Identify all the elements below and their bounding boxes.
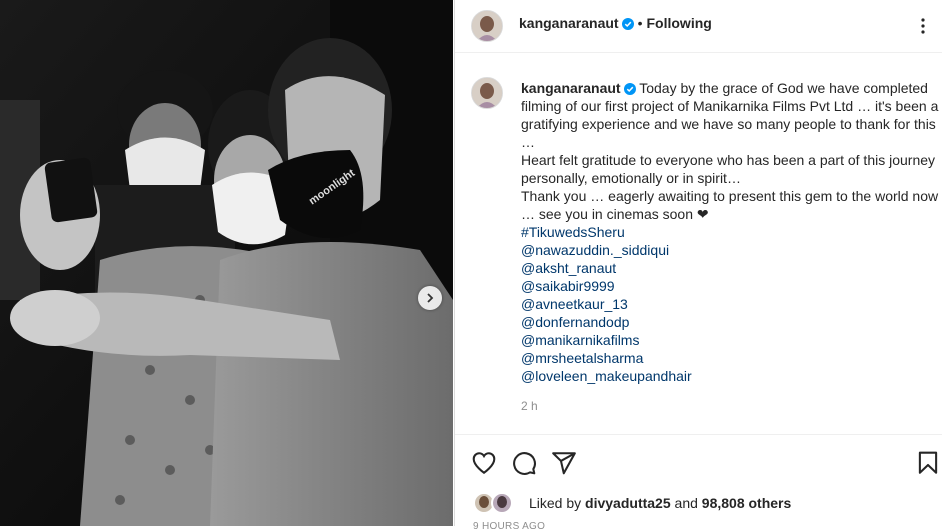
liked-by-user[interactable]: divyadutta25	[585, 495, 671, 511]
caption-line: gratifying experience and we have so man…	[521, 116, 936, 132]
mention-link[interactable]: @nawazuddin._siddiqui	[521, 241, 941, 259]
caption-section: kanganaranaut Today by the grace of God …	[455, 53, 942, 433]
caption-timestamp[interactable]: 2 h	[521, 399, 538, 413]
following-button[interactable]: Following	[647, 15, 712, 31]
caption-line: Thank you … eagerly awaiting to present …	[521, 188, 939, 204]
mention-link[interactable]: @donfernandodp	[521, 313, 941, 331]
post-image: moonlight	[0, 0, 453, 526]
like-heart-icon[interactable]	[471, 450, 497, 476]
post-caption: kanganaranaut Today by the grace of God …	[521, 79, 941, 385]
caption-text: Today by the grace of God we have comple…	[639, 80, 928, 96]
mention-link[interactable]: @loveleen_makeupandhair	[521, 367, 941, 385]
comment-icon[interactable]	[511, 450, 537, 476]
caption-line: …	[521, 134, 535, 150]
mention-link[interactable]: @avneetkaur_13	[521, 295, 941, 313]
separator-dot: •	[637, 15, 643, 31]
chevron-right-icon	[427, 293, 434, 303]
header-username[interactable]: kanganaranaut	[519, 15, 619, 31]
mention-link[interactable]: @saikabir9999	[521, 277, 941, 295]
post-actions: Liked by divyadutta25 and 98,808 others …	[455, 434, 942, 532]
caption-line: Heart felt gratitude to everyone who has…	[521, 152, 936, 168]
post-details-panel: kanganaranaut • Following kanganaranaut To…	[454, 0, 942, 532]
caption-first-line: kanganaranaut Today by the grace of God …	[521, 79, 941, 97]
header-user-line: kanganaranaut • Following	[519, 15, 712, 31]
mention-link[interactable]: @aksht_ranaut	[521, 259, 941, 277]
hashtag-link[interactable]: #TikuwedsSheru	[521, 223, 941, 241]
caption-line: filming of our first project of Manikarn…	[521, 98, 939, 114]
likes-text: Liked by divyadutta25 and 98,808 others	[529, 495, 791, 511]
liker-avatars	[473, 492, 513, 514]
likes-count[interactable]: 98,808 others	[702, 495, 792, 511]
next-image-button[interactable]	[418, 286, 442, 310]
mention-link[interactable]: @manikarnikafilms	[521, 331, 941, 349]
caption-username[interactable]: kanganaranaut	[521, 80, 621, 96]
share-send-icon[interactable]	[551, 450, 577, 476]
caption-line: personally, emotionally or in spirit…	[521, 170, 741, 186]
verified-badge-icon	[621, 18, 634, 30]
caption-avatar[interactable]	[471, 77, 503, 109]
save-bookmark-icon[interactable]	[915, 450, 941, 476]
more-options-icon[interactable]	[911, 14, 935, 38]
verified-badge-icon	[623, 83, 636, 95]
profile-photo	[472, 78, 502, 108]
mention-link[interactable]: @mrsheetalsharma	[521, 349, 941, 367]
liked-by-label: Liked by	[529, 495, 582, 511]
likes-and: and	[674, 495, 698, 511]
profile-photo	[472, 11, 502, 41]
avatar[interactable]	[471, 10, 503, 42]
post-photo[interactable]: moonlight	[0, 0, 453, 526]
post-header: kanganaranaut • Following	[455, 0, 942, 53]
caption-line: … see you in cinemas soon ❤	[521, 206, 709, 222]
post-time-ago: 9 HOURS AGO	[473, 521, 546, 532]
